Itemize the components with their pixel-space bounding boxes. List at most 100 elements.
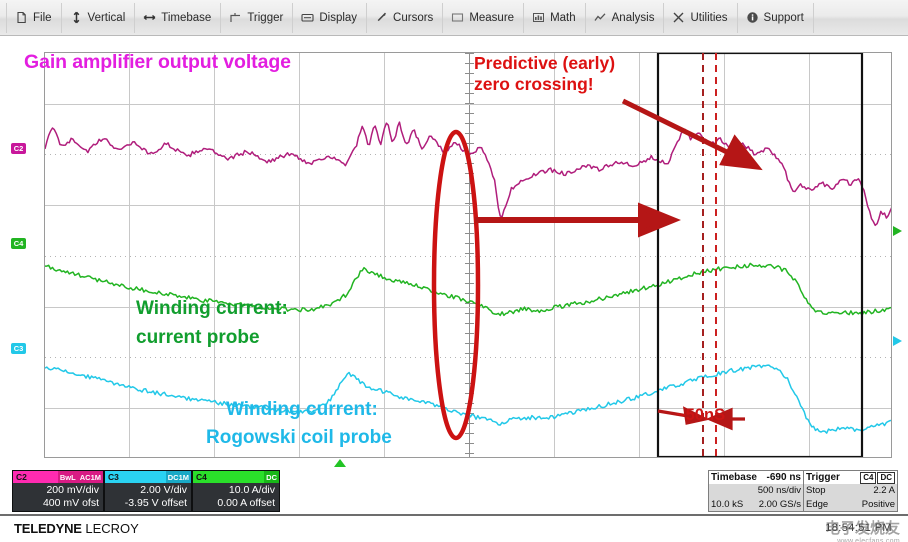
descriptor-tags: DC [264,471,279,483]
menu-item-analysis[interactable]: Analysis [586,2,665,33]
descriptor-channel-name: C2 [16,472,27,482]
annotation-predictive-line2: zero crossing! [474,74,594,94]
annotation-gain-amplifier: Gain amplifier output voltage [24,51,291,73]
timebase-memory: 10.0 kS [711,499,744,510]
trigger-slope: Positive [861,499,895,510]
descriptor-tag: AC1M [77,471,103,483]
menu-item-file[interactable]: File [6,2,62,33]
channel-marker-label: C4 [13,239,24,248]
channel-marker-c2[interactable]: C2 [11,143,26,154]
menu-label: Measure [469,11,515,24]
cursor-arrow-icon [375,11,388,24]
descriptor-c2[interactable]: C2 BwL AC1M 200 mV/div 400 mV ofst [12,470,104,512]
descriptor-header: C2 BwL AC1M [13,471,103,483]
channel-offset-arrow-c4[interactable] [893,226,902,236]
menu-item-timebase[interactable]: Timebase [135,2,222,33]
waveform-grid[interactable] [44,52,892,458]
descriptor-channel-name: C3 [108,472,119,482]
gridline-vertical [724,53,725,457]
menu-label: Timebase [161,11,212,24]
timebase-header: Timebase -690 ns [709,471,803,484]
descriptor-tags: DC1M [165,471,191,483]
brand-logo: TELEDYNE LECROY [14,521,139,536]
trigger-source-badge: C4 [860,471,877,484]
gridline-vertical [214,53,215,457]
descriptor-c3[interactable]: C3 DC1M 2.00 V/div -3.95 V offset [104,470,192,512]
watermark-subtext: www.elecfans.com [837,538,900,542]
status-footer: TELEDYNE LECROY 18:54:51 PM 电子发烧友 www.el… [0,514,908,542]
annotation-winding-current-probe-line1: Winding current: [136,298,288,319]
display-screen-icon [301,11,314,24]
trigger-panel[interactable]: Trigger C4 DC Stop 2.2 A Edge Positive [804,470,898,512]
descriptor-scale: 200 mV/div [46,484,99,496]
brand-bold: TELEDYNE [14,521,82,536]
descriptor-tag: DC [264,471,279,483]
trigger-slope-icon [229,11,242,24]
gridline-vertical [554,53,555,457]
menu-item-display[interactable]: Display [293,2,368,33]
descriptor-body: 2.00 V/div -3.95 V offset [105,483,191,510]
gridline-horizontal-dotted [45,357,891,358]
trigger-title: Trigger [806,472,840,483]
channel-marker-label: C2 [13,144,24,153]
oscilloscope-screen: File Vertical Timebase Trigger Display C… [0,0,908,542]
utilities-tools-icon [672,11,685,24]
gridline-vertical [299,53,300,457]
menu-label: Trigger [247,11,284,24]
menu-label: Support [763,11,804,24]
gridline-vertical [129,53,130,457]
menu-item-support[interactable]: Support [738,2,814,33]
vertical-arrow-icon [70,11,83,24]
descriptor-body: 10.0 A/div 0.00 A offset [193,483,279,510]
trigger-type-row: Edge Positive [804,498,897,512]
gridline-horizontal-dotted [45,256,891,257]
channel-marker-c3[interactable]: C3 [11,343,26,354]
gridline-vertical [384,53,385,457]
annotation-winding-rogowski-line2: Rogowski coil probe [206,427,392,448]
menu-item-vertical[interactable]: Vertical [62,2,136,33]
trigger-badges: C4 DC [860,471,895,484]
descriptor-scale: 10.0 A/div [228,484,275,496]
timebase-panel[interactable]: Timebase -690 ns 500 ns/div 10.0 kS 2.00… [708,470,804,512]
gridline-horizontal [45,104,891,105]
timebase-title: Timebase [711,472,757,483]
support-info-icon [746,11,759,24]
menu-item-math[interactable]: Math [524,2,586,33]
descriptor-tag: BwL [57,471,78,483]
annotation-winding-current-probe-line2: current probe [136,327,260,348]
analysis-waveform-icon [594,11,607,24]
timebase-trigger-panel: Timebase -690 ns 500 ns/div 10.0 kS 2.00… [708,470,898,512]
menu-item-utilities[interactable]: Utilities [664,2,738,33]
file-icon [15,11,28,24]
menu-label: Cursors [393,11,434,24]
menu-label: Utilities [690,11,728,24]
channel-offset-arrow-c3[interactable] [893,336,902,346]
channel-marker-c4[interactable]: C4 [11,238,26,249]
descriptor-header: C3 DC1M [105,471,191,483]
trigger-state: Stop [806,485,826,496]
menu-item-trigger[interactable]: Trigger [221,2,294,33]
descriptor-channel-name: C4 [196,472,207,482]
channel-marker-label: C3 [13,344,24,353]
descriptor-scale: 2.00 V/div [140,484,187,496]
math-chart-icon [532,11,545,24]
trigger-position-marker[interactable] [334,459,346,467]
descriptor-body: 200 mV/div 400 mV ofst [13,483,103,510]
descriptor-tag: DC1M [165,471,191,483]
menu-item-measure[interactable]: Measure [443,2,525,33]
measure-icon [451,11,464,24]
menu-bar: File Vertical Timebase Trigger Display C… [0,0,908,36]
menu-item-cursors[interactable]: Cursors [367,2,444,33]
annotation-winding-rogowski-line1: Winding current: [226,399,378,420]
descriptor-offset: -3.95 V offset [124,497,187,509]
trigger-coupling-badge: DC [877,471,895,484]
trigger-level: 2.2 A [873,485,895,496]
trigger-state-row: Stop 2.2 A [804,484,897,498]
menu-label: Vertical [87,11,126,24]
watermark-text: 电子发烧友 [824,520,900,537]
gridline-horizontal [45,205,891,206]
horizontal-arrow-icon [143,11,156,24]
brand-rest: LECROY [81,521,139,536]
descriptor-c4[interactable]: C4 DC 10.0 A/div 0.00 A offset [192,470,280,512]
watermark: 电子发烧友 www.elecfans.com [760,517,900,542]
